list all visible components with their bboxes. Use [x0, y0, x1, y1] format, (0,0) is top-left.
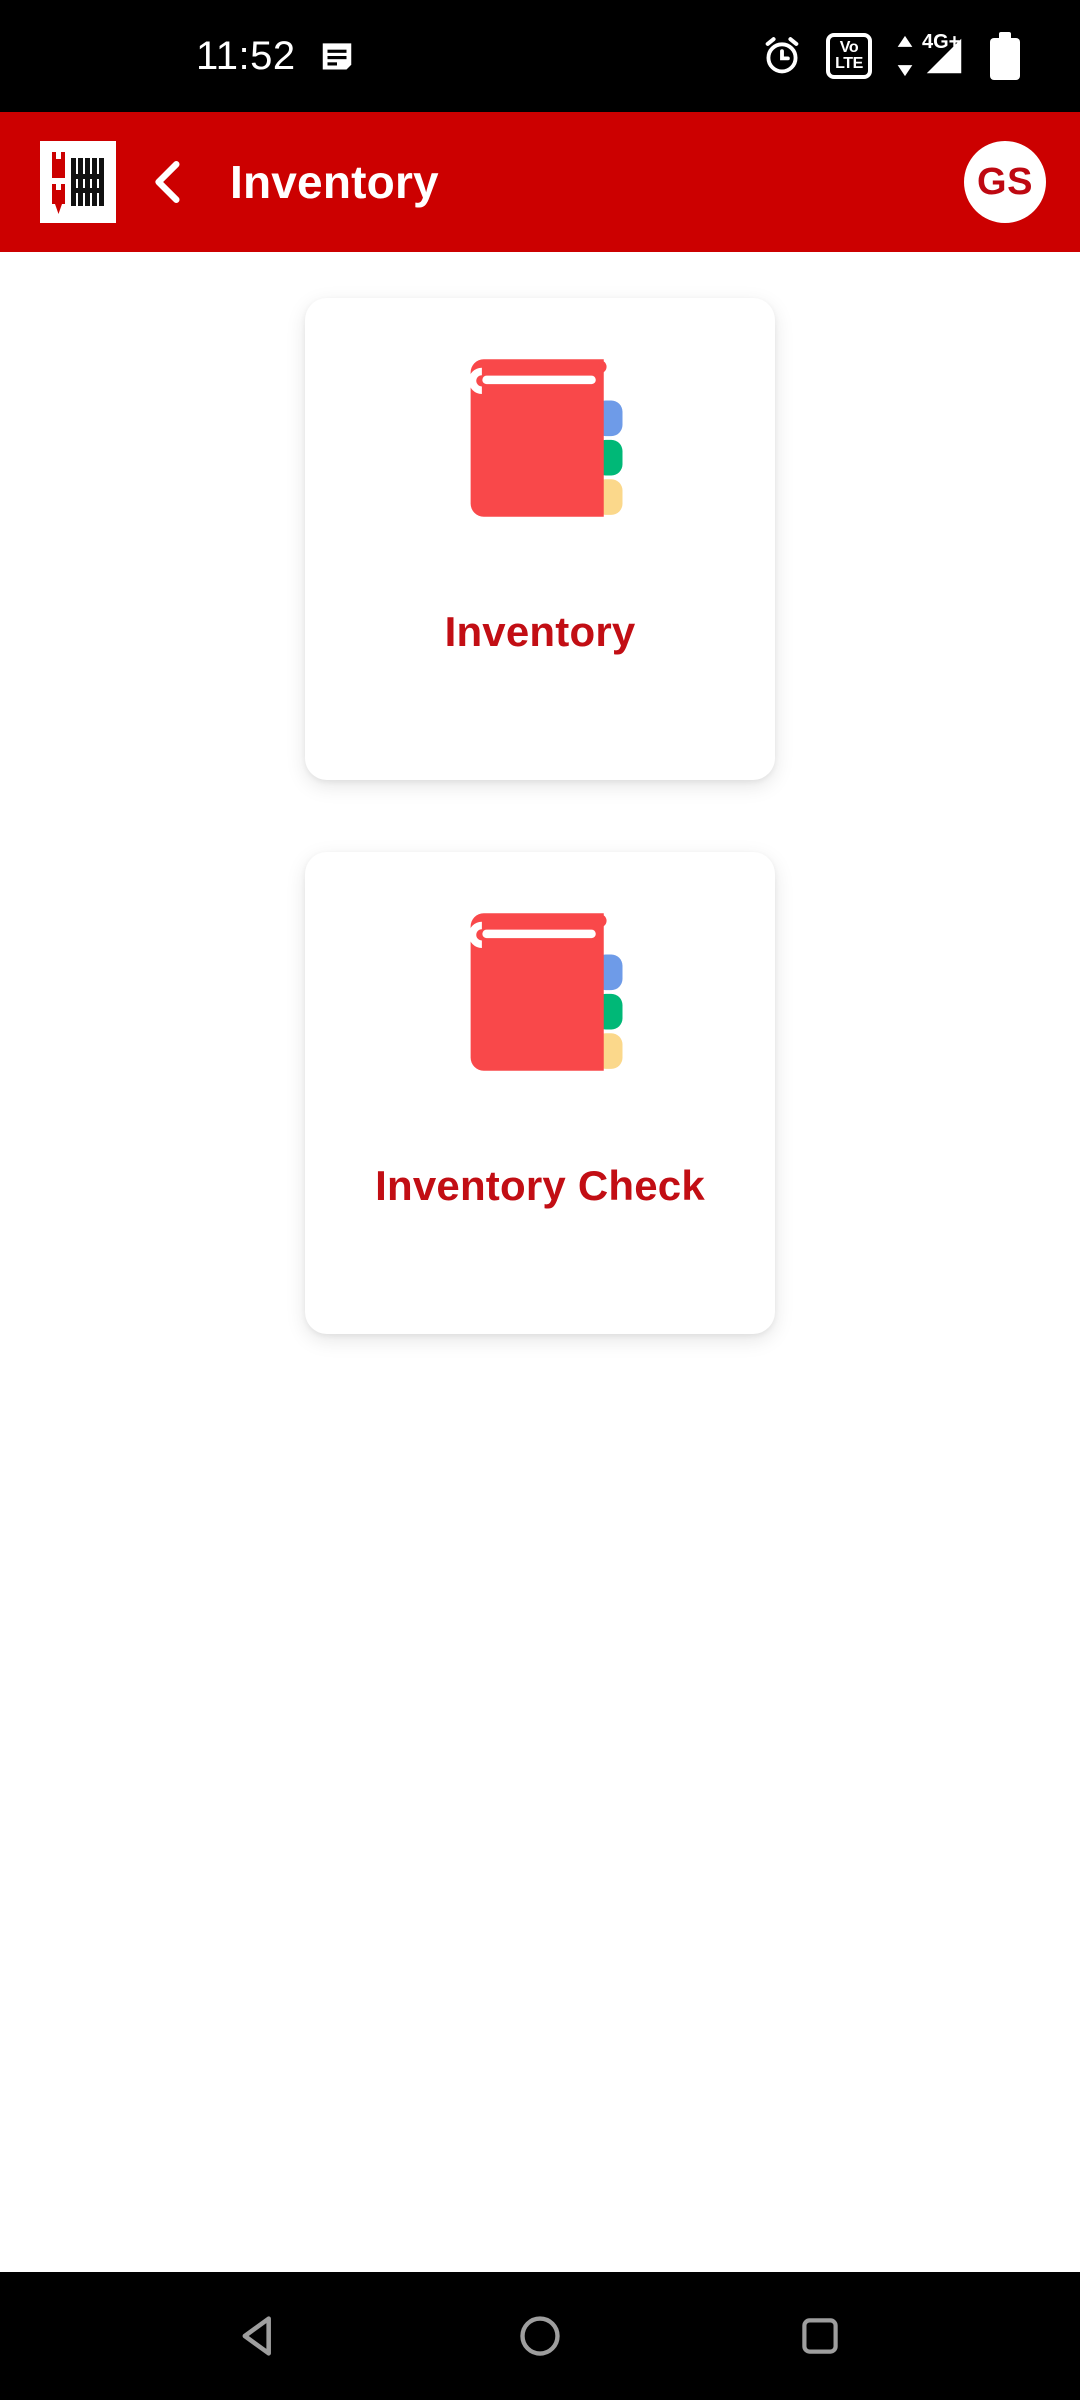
main-content: Inventory Inventory Check: [0, 252, 1080, 2272]
signal-bars-icon: 4G+: [920, 31, 968, 79]
nav-back-button[interactable]: [205, 2281, 315, 2391]
tile-label: Inventory Check: [375, 1162, 705, 1209]
wurth-logo: [40, 141, 116, 223]
back-triangle-icon: [242, 2316, 271, 2356]
tile-inventory[interactable]: Inventory: [305, 298, 775, 780]
data-transfer-arrows-icon: [894, 34, 916, 78]
recents-square-icon: [802, 2318, 838, 2354]
status-clock: 11:52: [196, 34, 296, 78]
battery-icon: [990, 32, 1020, 80]
avatar[interactable]: GS: [964, 141, 1046, 223]
network-type-label: 4G+: [922, 31, 961, 53]
battery-body: [990, 38, 1020, 80]
phone-screen: 11:52 Vo LTE 4G+ Inventory GS Inventory …: [0, 0, 1080, 2400]
tile-inventory-check[interactable]: Inventory Check: [305, 852, 775, 1334]
network-status-group: 4G+: [894, 31, 968, 79]
page-title: Inventory: [230, 156, 439, 208]
book-icon: [435, 338, 645, 538]
home-circle-icon: [520, 2316, 560, 2356]
status-bar-right: Vo LTE 4G+: [760, 31, 1020, 80]
alarm-clock-icon: [760, 34, 804, 78]
status-bar-left: 11:52: [196, 36, 356, 76]
nav-recents-button[interactable]: [765, 2281, 875, 2391]
app-bar: Inventory GS: [0, 112, 1080, 252]
android-nav-bar: [0, 2272, 1080, 2400]
status-bar: 11:52 Vo LTE 4G+: [0, 0, 1080, 112]
volte-icon: Vo LTE: [826, 33, 872, 79]
tile-label: Inventory: [444, 608, 636, 655]
volte-line-1: Vo: [839, 39, 859, 56]
volte-line-2: LTE: [835, 55, 863, 72]
book-icon: [435, 892, 645, 1092]
nav-home-button[interactable]: [485, 2281, 595, 2391]
back-chevron-icon: [155, 161, 180, 203]
message-icon: [318, 37, 356, 75]
back-button[interactable]: [130, 143, 208, 221]
